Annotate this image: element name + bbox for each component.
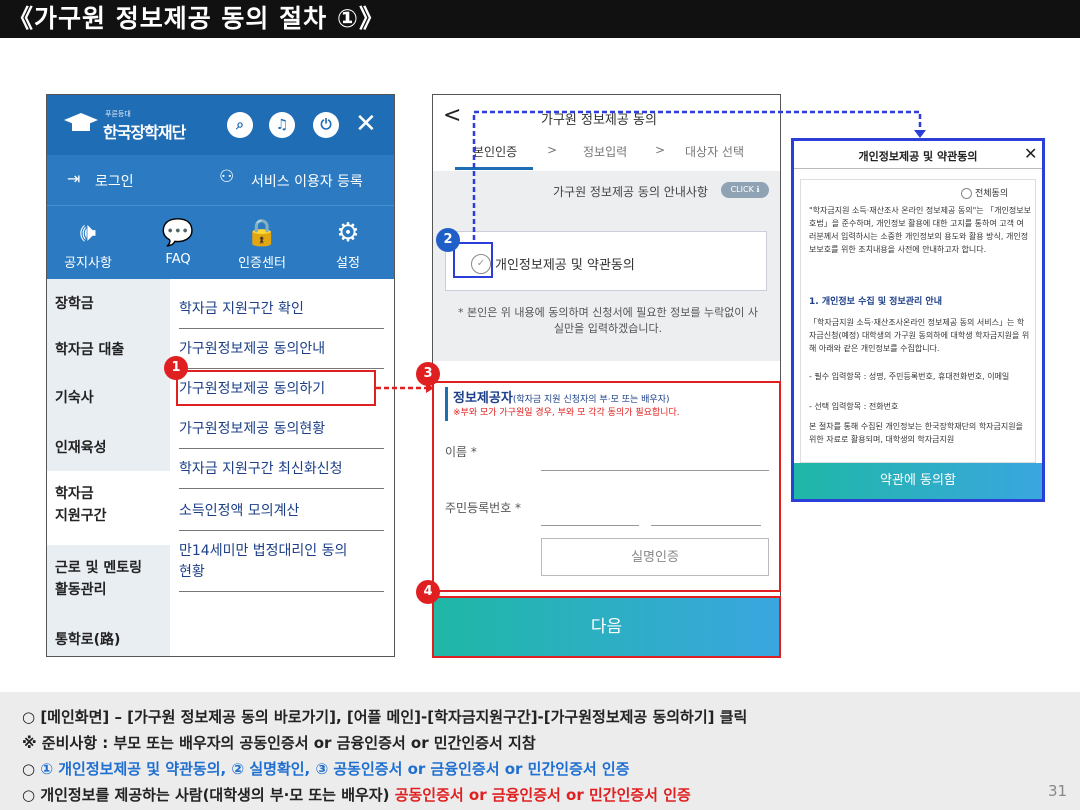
category-commute[interactable]: 통학로(路) <box>47 629 170 651</box>
gear-icon: ⚙ <box>336 218 360 248</box>
quick-label: 인증센터 <box>238 256 286 271</box>
login-icon: ⇥ <box>67 169 81 188</box>
search-icon[interactable]: ⌕ <box>227 112 253 138</box>
add-user-icon: ⚇ <box>219 167 235 187</box>
bell-icon[interactable]: ♫ <box>269 112 295 138</box>
accept-terms-button[interactable]: 약관에 동의함 <box>794 463 1042 499</box>
close-icon[interactable]: ✕ <box>1024 144 1037 163</box>
terms-list-item: - 필수 입력항목 : 성명, 주민등록번호, 휴대전화번호, 이메일 <box>809 372 1010 381</box>
power-icon[interactable]: ⏻ <box>313 112 339 138</box>
quick-menu: 🕪 공지사항 💬 FAQ 🔒 인증센터 ⚙ 설정 <box>47 205 394 279</box>
category-talent[interactable]: 인재육성 <box>47 437 170 459</box>
step-marker-2: 2 <box>436 228 460 252</box>
chat-icon: 💬 <box>161 218 195 248</box>
agree-label: 개인정보제공 및 약관동의 <box>495 258 635 273</box>
graduation-cap-icon <box>64 113 98 131</box>
terms-paragraph: 본 절차를 통해 수집된 개인정보는 한국장학재단의 학자금지원을 위한 자료로… <box>809 422 1023 444</box>
submenu-item[interactable]: 소득인정액 모의계산 <box>179 501 384 531</box>
terms-paragraph: 「학자금지원 소득·재산조사온라인 정보제공 동의 서비스」는 학자금신청(예정… <box>809 318 1030 353</box>
terms-list-item: - 선택 입력항목 : 전화번호 <box>809 402 899 411</box>
close-icon[interactable]: ✕ <box>355 109 377 139</box>
instruction-line-4: ○ 개인정보를 제공하는 사람(대학생의 부·모 또는 배우자) 공동인증서 o… <box>22 784 691 805</box>
submenu-item[interactable]: 학자금 지원구간 확인 <box>179 299 384 329</box>
slide-title: 《가구원 정보제공 동의 절차 ①》 <box>0 0 1080 38</box>
submenu-item[interactable]: 가구원정보제공 동의현황 <box>179 419 384 449</box>
back-icon[interactable]: < <box>443 103 461 128</box>
lock-icon: 🔒 <box>245 218 279 248</box>
step-marker-1: 1 <box>164 356 188 380</box>
logo-slogan: 푸른등대 <box>105 110 131 118</box>
agree-all-label: 전체동의 <box>975 189 1009 199</box>
instruction-text: ① 개인정보제공 및 약관동의, ② 실명확인, ③ 공동인증서 or 금융인증… <box>40 760 630 778</box>
quick-cert[interactable]: 🔒 인증센터 <box>227 218 297 271</box>
category-support-tier[interactable]: 학자금 지원구간 <box>47 471 170 545</box>
agree-all-checkbox[interactable]: 전체동의 <box>961 186 1008 199</box>
instruction-line-3: ○ ① 개인정보제공 및 약관동의, ② 실명확인, ③ 공동인증서 or 금융… <box>22 758 630 779</box>
quick-label: FAQ <box>165 252 191 267</box>
instruction-highlight: 공동인증서 or 금융인증서 or 민간인증서 인증 <box>394 786 691 804</box>
highlight-box-2 <box>453 242 493 278</box>
highlight-box-1 <box>176 370 376 406</box>
highlight-box-3 <box>432 381 781 592</box>
instruction-text: [메인화면] – [가구원 정보제공 동의 바로가기], [어플 메인]-[학자… <box>40 708 748 726</box>
bullet: ○ <box>22 708 36 726</box>
category-dorm[interactable]: 기숙사 <box>47 387 170 409</box>
instruction-text: 개인정보를 제공하는 사람(대학생의 부·모 또는 배우자) <box>40 786 395 804</box>
logo-text: 한국장학재단 <box>103 123 186 142</box>
register-link[interactable]: 서비스 이용자 등록 <box>251 171 363 191</box>
bullet: ○ <box>22 760 36 778</box>
highlight-box-4 <box>432 596 781 658</box>
quick-faq[interactable]: 💬 FAQ <box>143 218 213 267</box>
instruction-line-2: ※ 준비사항 : 부모 또는 배우자의 공동인증서 or 금융인증서 or 민간… <box>22 734 536 752</box>
bullet: ○ <box>22 786 36 804</box>
instruction-line-1: ○ [메인화면] – [가구원 정보제공 동의 바로가기], [어플 메인]-[… <box>22 706 747 727</box>
category-scholarship[interactable]: 장학금 <box>47 293 170 315</box>
quick-notice[interactable]: 🕪 공지사항 <box>53 218 123 271</box>
megaphone-icon: 🕪 <box>79 218 97 248</box>
page-number: 31 <box>1048 782 1068 800</box>
quick-settings[interactable]: ⚙ 설정 <box>313 218 383 271</box>
account-row: ⇥ 로그인 ⚇ 서비스 이용자 등록 <box>47 155 394 205</box>
consent-note: * 본인은 위 내용에 동의하며 신청서에 필요한 정보를 누락없이 사실만을 … <box>457 306 759 335</box>
quick-label: 설정 <box>336 256 360 271</box>
blue-arrow <box>472 110 926 240</box>
circle-check-icon <box>961 188 972 199</box>
category-work-mentoring[interactable]: 근로 및 멘토링 활동관리 <box>47 557 170 601</box>
login-link[interactable]: 로그인 <box>95 171 134 191</box>
quick-label: 공지사항 <box>64 256 112 271</box>
app-header: 푸른등대 한국장학재단 ⌕ ♫ ⏻ ✕ <box>47 95 394 155</box>
terms-heading: 1. 개인정보 수집 및 정보관리 안내 <box>809 297 942 307</box>
category-loan[interactable]: 학자금 대출 <box>47 339 170 361</box>
submenu-item[interactable]: 만14세미만 법정대리인 동의 현황 <box>179 541 384 592</box>
submenu-item[interactable]: 가구원정보제공 동의안내 <box>179 339 384 369</box>
submenu-item[interactable]: 학자금 지원구간 최신화신청 <box>179 459 384 489</box>
